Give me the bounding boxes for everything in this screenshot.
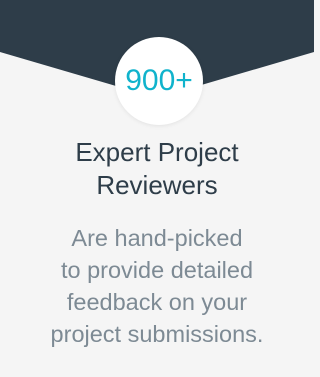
stat-value: 900+ [125, 64, 193, 97]
card-description-line-1: Are hand-picked [71, 225, 243, 251]
card-description-line-2: to provide detailed [60, 257, 254, 283]
card-title-line-1: Expert Project [75, 137, 239, 167]
card-description: Are hand-picked to provide detailed feed… [0, 222, 314, 350]
card-title-line-2: Reviewers [96, 170, 218, 200]
card-description-line-3: feedback on your [66, 289, 248, 315]
card-description-line-4: project submissions. [50, 321, 264, 347]
stat-badge: 900+ [115, 37, 203, 125]
stat-card: 900+ Expert Project Reviewers Are hand-p… [0, 0, 314, 377]
card-title: Expert Project Reviewers [0, 136, 314, 202]
